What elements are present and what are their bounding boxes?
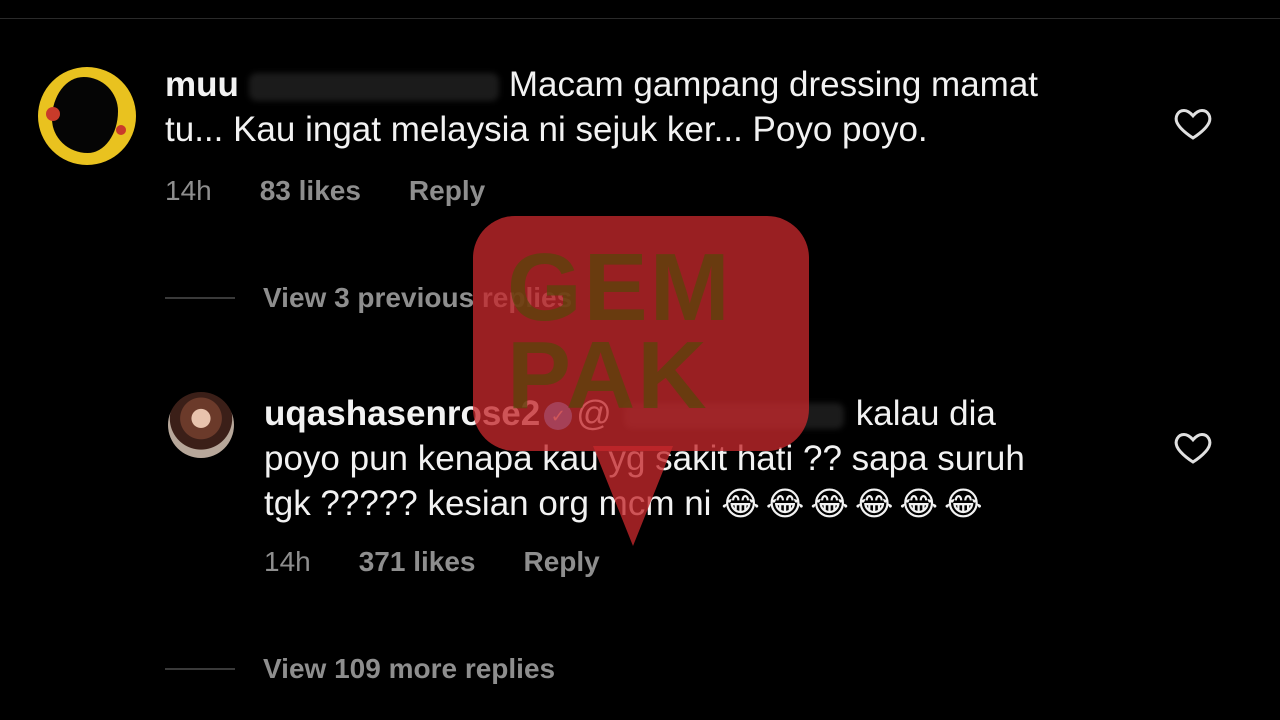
redacted-mention	[623, 402, 844, 429]
heart-icon[interactable]	[1173, 427, 1213, 467]
comment-body-line3: tgk ????? kesian org mcm ni	[264, 484, 712, 523]
view-more-label[interactable]: View 109 more replies	[263, 653, 555, 685]
divider-line	[165, 297, 235, 299]
likes-count[interactable]: 83 likes	[260, 175, 361, 206]
heart-icon[interactable]	[1173, 103, 1213, 143]
likes-count[interactable]: 371 likes	[359, 546, 476, 577]
comment-text: muu Macam gampang dressing mamat tu... Ka…	[165, 62, 1125, 152]
comment-username[interactable]: uqashasenrose2	[264, 394, 540, 433]
comment-time: 14h	[264, 546, 311, 577]
reply-button[interactable]: Reply	[409, 175, 485, 206]
comment-body-line1: Macam gampang dressing mamat	[508, 65, 1039, 104]
view-previous-replies[interactable]: View 3 previous replies	[165, 282, 572, 314]
comment-username[interactable]: muu	[165, 65, 239, 104]
comment-body-line2: tu... Kau ingat melaysia ni sejuk ker...…	[165, 110, 928, 149]
comment-body-line2: poyo pun kenapa kau yg sakit hati ?? sap…	[264, 439, 1025, 478]
avatar[interactable]	[168, 392, 234, 458]
view-previous-label[interactable]: View 3 previous replies	[263, 282, 572, 314]
view-more-replies[interactable]: View 109 more replies	[165, 653, 555, 685]
divider-line	[165, 668, 235, 670]
comment-meta: 14h 371 likes Reply	[264, 546, 648, 578]
comment-body-line1: kalau dia	[855, 394, 996, 433]
comment-text: uqashasenrose2 ✓ @ kalau dia poyo pun kenap…	[264, 391, 1144, 526]
laughing-emojis: 😂😂😂😂😂😂	[721, 485, 989, 522]
avatar[interactable]	[38, 67, 136, 165]
verified-badge-icon: ✓	[544, 401, 573, 430]
comment-time: 14h	[165, 175, 212, 206]
top-divider	[0, 18, 1280, 19]
mention[interactable]: @	[576, 394, 612, 433]
redacted-username	[248, 72, 499, 101]
comment-meta: 14h 83 likes Reply	[165, 175, 533, 207]
reply-button[interactable]: Reply	[524, 546, 600, 577]
